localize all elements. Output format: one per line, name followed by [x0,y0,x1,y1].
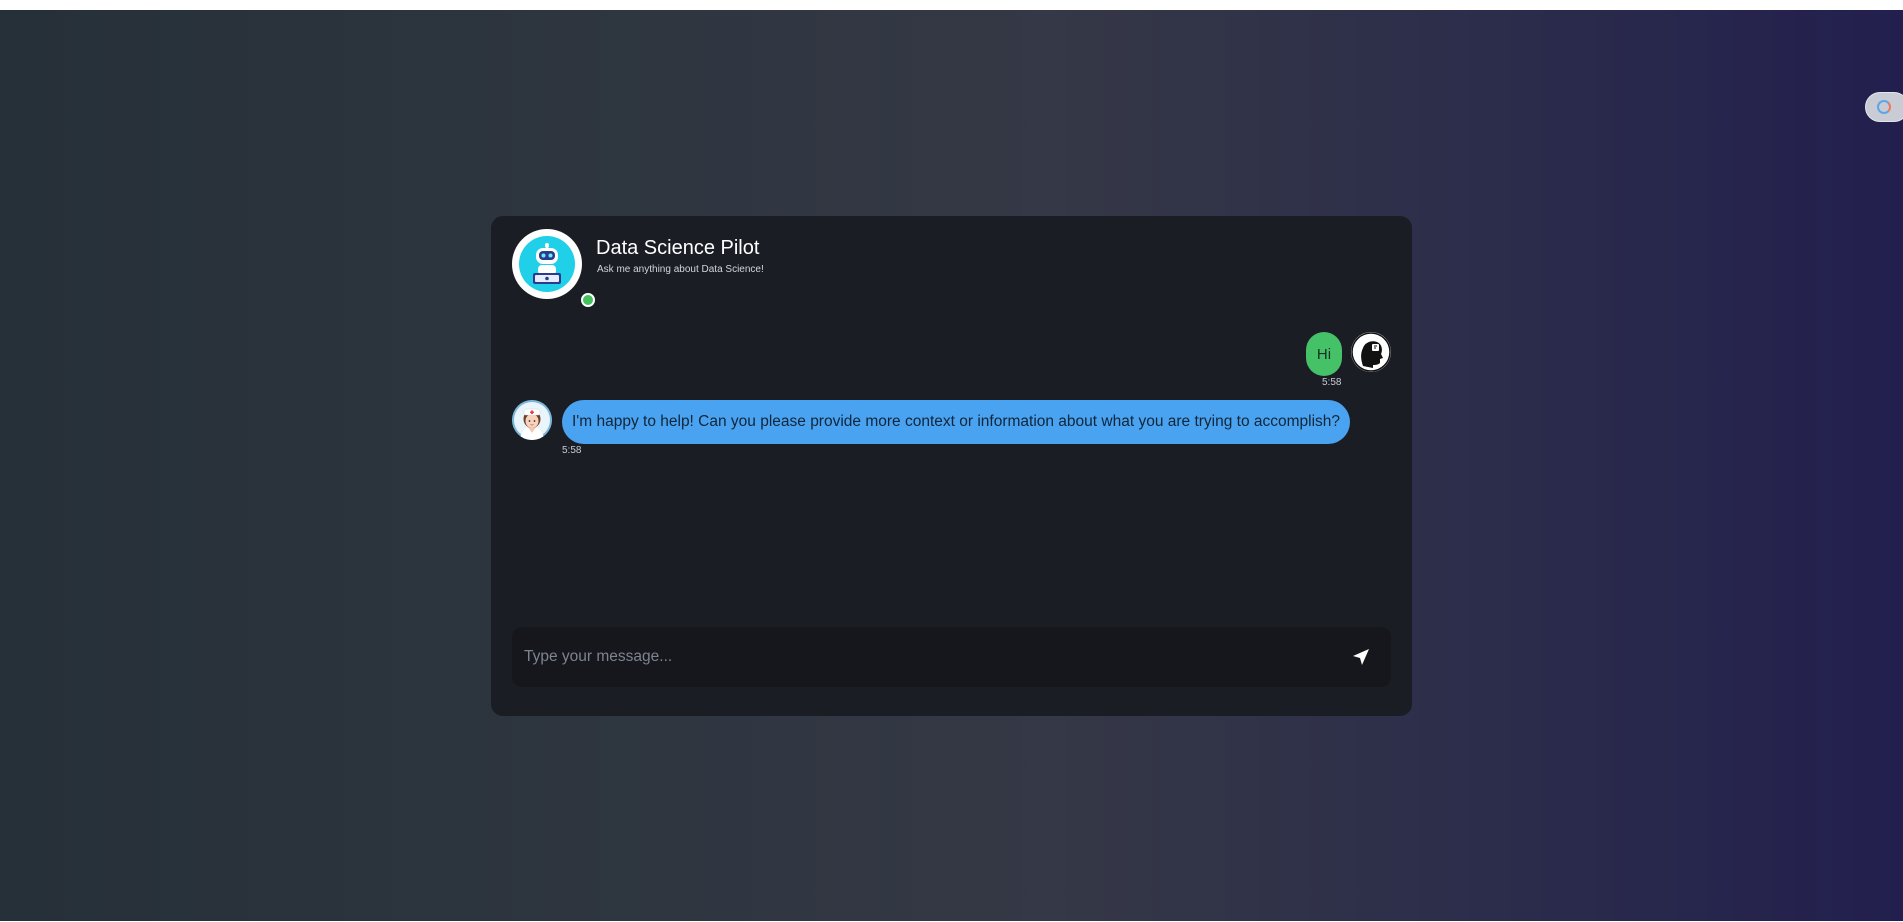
robot-icon [533,243,561,284]
user-message-time: 5:58 [1322,377,1342,388]
chat-subtitle: Ask me anything about Data Science! [597,264,764,275]
bot-message-bubble: I'm happy to help! Can you please provid… [562,400,1351,444]
bot-message-time: 5:58 [562,445,582,456]
user-message-bubble: Hi [1306,332,1342,376]
user-silhouette-icon [1351,332,1391,372]
bot-header-avatar [512,229,595,307]
browser-extension-button[interactable] [1865,92,1903,122]
message-input[interactable] [512,627,1332,687]
bot-avatar [512,400,552,440]
nurse-avatar-icon [512,400,552,440]
extension-icon [1877,100,1891,114]
user-avatar [1351,332,1391,372]
chat-window: Data Science Pilot Ask me anything about… [491,216,1412,716]
chat-title: Data Science Pilot [596,237,760,259]
send-button[interactable] [1346,642,1376,672]
send-icon [1353,649,1369,665]
online-status-dot [581,293,595,307]
message-composer [512,627,1391,687]
